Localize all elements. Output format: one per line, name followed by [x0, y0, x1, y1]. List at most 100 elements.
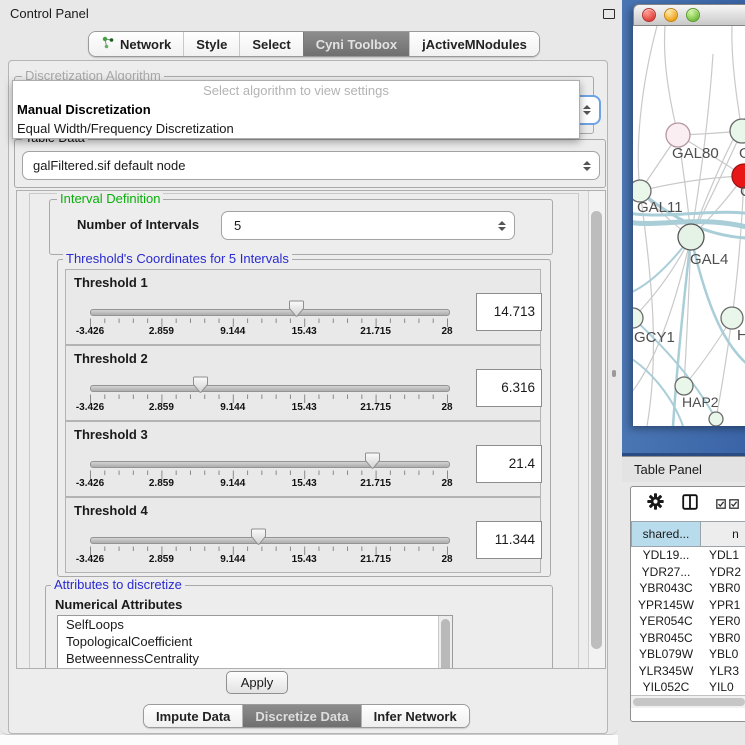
attribute-items: SelfLoopsTopologicalCoefficientBetweenne… [58, 616, 452, 667]
threshold-value-field[interactable]: 11.344 [476, 521, 542, 559]
list-scrollbar[interactable] [438, 616, 452, 669]
threshold-label: Threshold 1 [74, 275, 148, 290]
panel-title: Control Panel [10, 6, 89, 21]
dropdown-option-equal-width-frequency[interactable]: Equal Width/Frequency Discretization [13, 119, 579, 138]
table-row[interactable]: YPR145WYPR1 [631, 597, 745, 614]
network-node-ga[interactable] [730, 119, 745, 143]
settings-scrollbar[interactable] [588, 191, 605, 668]
network-node[interactable] [709, 412, 723, 426]
table-data-combobox[interactable]: galFiltered.sif default node [22, 151, 600, 180]
network-window-titlebar[interactable] [633, 4, 745, 26]
slider-track[interactable] [90, 461, 450, 468]
list-item[interactable]: TopologicalCoefficient [58, 633, 452, 650]
gear-icon[interactable] [647, 493, 664, 515]
scale-tick-label: 28 [441, 478, 452, 489]
table-row[interactable]: YLR345WYLR3 [631, 663, 745, 680]
cell-shared-name: YIL052C [631, 680, 701, 694]
table-hscrollbar-thumb[interactable] [633, 698, 745, 706]
float-window-icon[interactable] [603, 9, 615, 19]
slider-thumb[interactable] [289, 300, 304, 317]
threshold-value-field[interactable]: 14.713 [476, 293, 542, 331]
table-row[interactable]: YIL052CYIL0 [631, 679, 745, 695]
number-of-intervals-combobox[interactable]: 5 [221, 211, 515, 240]
network-node-hap2[interactable] [675, 377, 693, 395]
table-row[interactable]: YDR27...YDR2 [631, 564, 745, 581]
close-traffic-light[interactable] [642, 8, 656, 22]
slider-track[interactable] [90, 385, 450, 392]
tab-jactivemnodules[interactable]: jActiveMNodules [409, 32, 539, 56]
tab-discretize-data[interactable]: Discretize Data [242, 705, 360, 727]
list-item[interactable]: BetweennessCentrality [58, 650, 452, 667]
network-node-gal4[interactable] [678, 224, 704, 250]
node-label: GAL4 [690, 251, 728, 268]
tab-infer-network[interactable]: Infer Network [361, 705, 469, 727]
tab-label: Cyni Toolbox [316, 37, 397, 52]
network-edge[interactable] [665, 26, 678, 135]
table-hscrollbar[interactable] [631, 695, 745, 708]
scale-tick-label: 2.859 [149, 326, 174, 337]
scale-tick-label: -3.426 [76, 554, 104, 565]
table-row[interactable]: YDL19...YDL1 [631, 547, 745, 564]
slider-thumb[interactable] [365, 452, 380, 469]
node-label: GCY1 [634, 329, 675, 346]
algorithm-dropdown-popup: Select algorithm to view settings Manual… [12, 80, 580, 139]
node-label: GAL80 [672, 145, 719, 162]
divider-grip[interactable] [612, 370, 616, 377]
zoom-traffic-light[interactable] [686, 8, 700, 22]
slider-track[interactable] [90, 309, 450, 316]
network-edge[interactable] [732, 26, 742, 131]
tab-style[interactable]: Style [183, 32, 239, 56]
table-row[interactable]: YBR043CYBR0 [631, 580, 745, 597]
tab-network[interactable]: Network [89, 32, 183, 56]
slider-thumb[interactable] [193, 376, 208, 393]
network-window: GAL80GACGAL11GAL4GCY1HHAP2 [633, 4, 745, 426]
network-edge[interactable] [684, 318, 732, 386]
network-node-gal80[interactable] [666, 123, 690, 147]
dropdown-option-manual-discretization[interactable]: Manual Discretization [13, 100, 579, 119]
list-scrollbar-thumb[interactable] [441, 619, 450, 669]
slider-ticks [90, 470, 448, 480]
table-data-value: galFiltered.sif default node [23, 158, 583, 173]
threshold-box: Threshold 2-3.4262.8599.14415.4321.71528… [65, 345, 541, 421]
group-title-interval-definition: Interval Definition [57, 192, 163, 205]
table-panel-title: Table Panel [634, 462, 702, 477]
network-icon [101, 36, 115, 53]
threshold-value-field[interactable]: 21.4 [476, 445, 542, 483]
apply-button[interactable]: Apply [226, 671, 288, 694]
threshold-label: Threshold 4 [74, 503, 148, 518]
scale-tick-label: -3.426 [76, 326, 104, 337]
column-header-shared-name[interactable]: shared... [631, 521, 701, 547]
slider-track[interactable] [90, 537, 450, 544]
table-toolbar [631, 487, 745, 521]
tab-select[interactable]: Select [239, 32, 302, 56]
status-strip [0, 735, 618, 745]
column-header-name[interactable]: n [701, 521, 745, 547]
threshold-label: Threshold 2 [74, 351, 148, 366]
stepper-icon [583, 105, 591, 115]
table-row[interactable]: YBL079WYBL0 [631, 646, 745, 663]
split-columns-icon[interactable] [682, 494, 698, 515]
network-node-h[interactable] [721, 307, 743, 329]
cell-name: YIL0 [701, 680, 745, 694]
tab-cyni-toolbox[interactable]: Cyni Toolbox [303, 32, 409, 56]
numerical-attributes-list[interactable]: SelfLoopsTopologicalCoefficientBetweenne… [57, 615, 453, 669]
slider-thumb[interactable] [251, 528, 266, 545]
settings-scrollbar-thumb[interactable] [591, 211, 602, 649]
network-edge[interactable] [640, 176, 744, 191]
select-columns-icons[interactable] [716, 499, 739, 509]
scale-tick-label: 28 [441, 326, 452, 337]
cell-name: YLR3 [701, 664, 745, 678]
list-item[interactable]: SelfLoops [58, 616, 452, 633]
network-canvas[interactable]: GAL80GACGAL11GAL4GCY1HHAP2 [633, 26, 745, 426]
scale-tick-label: 28 [441, 554, 452, 565]
group-title-attributes: Attributes to discretize [51, 578, 185, 591]
number-of-intervals-value: 5 [222, 218, 498, 233]
tab-label: Style [196, 37, 227, 52]
tab-impute-data[interactable]: Impute Data [144, 705, 242, 727]
threshold-value-field[interactable]: 6.316 [476, 369, 542, 407]
table-row[interactable]: YBR045CYBR0 [631, 630, 745, 647]
table-row[interactable]: YER054CYER0 [631, 613, 745, 630]
minimize-traffic-light[interactable] [664, 8, 678, 22]
dropdown-prompt[interactable]: Select algorithm to view settings [13, 81, 579, 100]
network-edge[interactable] [638, 26, 657, 191]
